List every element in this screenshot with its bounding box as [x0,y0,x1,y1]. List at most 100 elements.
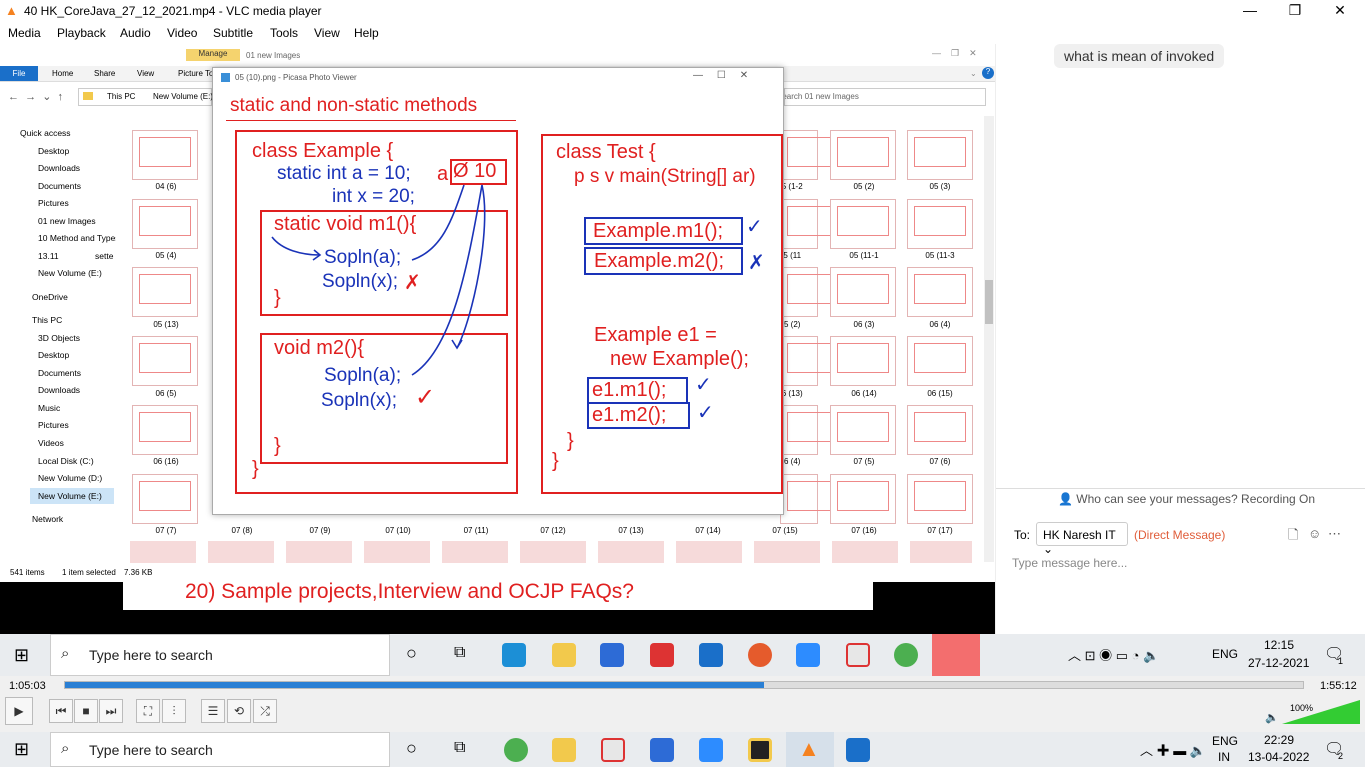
main-close: } [567,430,574,452]
breadcrumb-volume: New Volume (E:) [153,92,214,101]
fullscreen-button[interactable]: ⛶ [136,699,160,723]
photos-icon[interactable] [846,738,870,762]
menu-subtitle[interactable]: Subtitle [213,26,253,40]
thumb-label: 07 (10) [385,526,411,535]
message-input[interactable]: Type message here... [1012,556,1127,570]
menu-media[interactable]: Media [8,26,41,40]
zoom-icon[interactable] [699,738,723,762]
chat-panel: 👤 Who can see your messages? Recording O… [995,44,1365,634]
total-time: 1:55:12 [1320,680,1357,692]
thumb-label: 07 (17) [927,526,953,535]
store-icon [600,643,624,667]
manage-tab: Manage [186,49,240,61]
ribbon-view: View [137,69,155,78]
vlc-icon[interactable]: ▲ [798,736,820,762]
tray-language: ENG [1212,647,1239,661]
restore-button[interactable]: ❐ [1275,2,1315,19]
thumbnail [780,130,839,180]
direct-message-label: (Direct Message) [1134,528,1226,542]
thumbnail [780,336,839,386]
host-search-text: Type here to search [89,742,213,758]
sidebar-this-pc: This PC [32,315,63,325]
explorer-scrollbar [984,116,994,562]
shuffle-button[interactable]: ⤮ [253,699,277,723]
menu-help[interactable]: Help [354,26,379,40]
task-view-icon[interactable]: ⧉ [454,739,465,757]
playlist-button[interactable]: ☰ [201,699,225,723]
gift-icon [650,643,674,667]
thumbnail [907,130,973,180]
test-class-decl: class Test { [556,141,656,163]
record-icon [748,643,772,667]
windows-start-icon[interactable]: ⊞ [14,739,29,760]
minimize-button[interactable]: — [1230,2,1270,18]
thumb-label: 06 (3) [853,320,875,329]
sidebar-volume-d: New Volume (D:) [38,473,103,483]
play-button[interactable]: ▶ [5,697,33,725]
thumbnail [907,199,973,249]
cortana-icon[interactable]: ○ [406,738,417,759]
file-explorer-icon[interactable] [552,738,576,762]
sidebar-method-types: 10 Method and Types [38,233,116,243]
sidebar-downloads: Downloads [38,163,81,173]
chrome-icon[interactable] [504,738,528,762]
volume-percent: 100% [1290,703,1314,713]
address-bar: This PC New Volume (E:) [78,88,214,106]
thumbnail [132,336,198,386]
emoji-icon[interactable]: ☺ [1308,526,1321,541]
chrome-icon [894,643,918,667]
previous-button[interactable]: ⏮ [49,699,73,723]
folder-icon [83,92,93,100]
host-tray-time: 22:29 [1264,733,1295,747]
store-icon[interactable] [650,738,674,762]
mail-icon [699,643,723,667]
stop-button[interactable]: ■ [74,699,98,723]
menu-view[interactable]: View [314,26,340,40]
close-button[interactable]: ✕ [1320,2,1360,19]
speaker-icon[interactable]: 🔈 [1265,711,1279,724]
thumb-label: 06 (15) [927,389,953,398]
notification-count: 1 [1338,656,1344,666]
seek-bar[interactable] [64,681,1304,689]
ribbon-share: Share [94,69,116,78]
sidebar-documents: Documents [38,181,81,191]
host-tray-icons[interactable]: ︿ ✚ ▬ 🔈 [1140,740,1206,759]
thumbnail [830,336,896,386]
snip-icon[interactable] [601,738,625,762]
explorer-search-text: Search 01 new Images [784,92,859,101]
tray-date: 27-12-2021 [1248,656,1310,670]
tray-time: 12:15 [1264,638,1295,652]
sidebar-volume-e: New Volume (E:) [38,491,102,501]
thumb-label: 05 (11-3 [925,251,955,260]
menu-playback[interactable]: Playback [57,26,106,40]
host-search-box[interactable]: ⌕ Type here to search [50,732,390,767]
menu-audio[interactable]: Audio [120,26,151,40]
recipient-dropdown[interactable]: HK Naresh IT ⌄ [1036,522,1128,556]
more-icon[interactable]: ⋯ [1328,526,1341,542]
chat-to-label: To: [1014,528,1031,542]
status-selected: 1 item selected [62,568,116,577]
menu-tools[interactable]: Tools [270,26,298,40]
next-button[interactable]: ⏭ [99,699,123,723]
menu-video[interactable]: Video [167,26,197,40]
thumbnail [780,199,839,249]
seek-bar-fill [65,682,765,688]
sidebar-local-disk-c: Local Disk (C:) [38,456,94,466]
windows-start-icon: ⊞ [14,645,30,665]
zoom-icon [796,643,820,667]
snip-icon [846,643,870,667]
thumbnail [132,199,198,249]
sticky-notes-icon[interactable] [748,738,772,762]
extended-settings-button[interactable]: ⫶ [162,699,186,723]
thumbnail [780,267,839,317]
status-items: 541 items [10,568,45,577]
loop-button[interactable]: ⟲ [227,699,251,723]
sidebar-3d-objects: 3D Objects [38,333,81,343]
thumbnail [907,267,973,317]
thumbnail [907,474,973,524]
sidebar-network: Network [32,514,64,524]
file-explorer-icon [552,643,576,667]
file-icon[interactable]: 🗋 [1288,526,1298,548]
sidebar-volume-e-qa: New Volume (E:) [38,268,102,278]
explorer-window-controls: — ❐ ✕ [932,48,977,58]
